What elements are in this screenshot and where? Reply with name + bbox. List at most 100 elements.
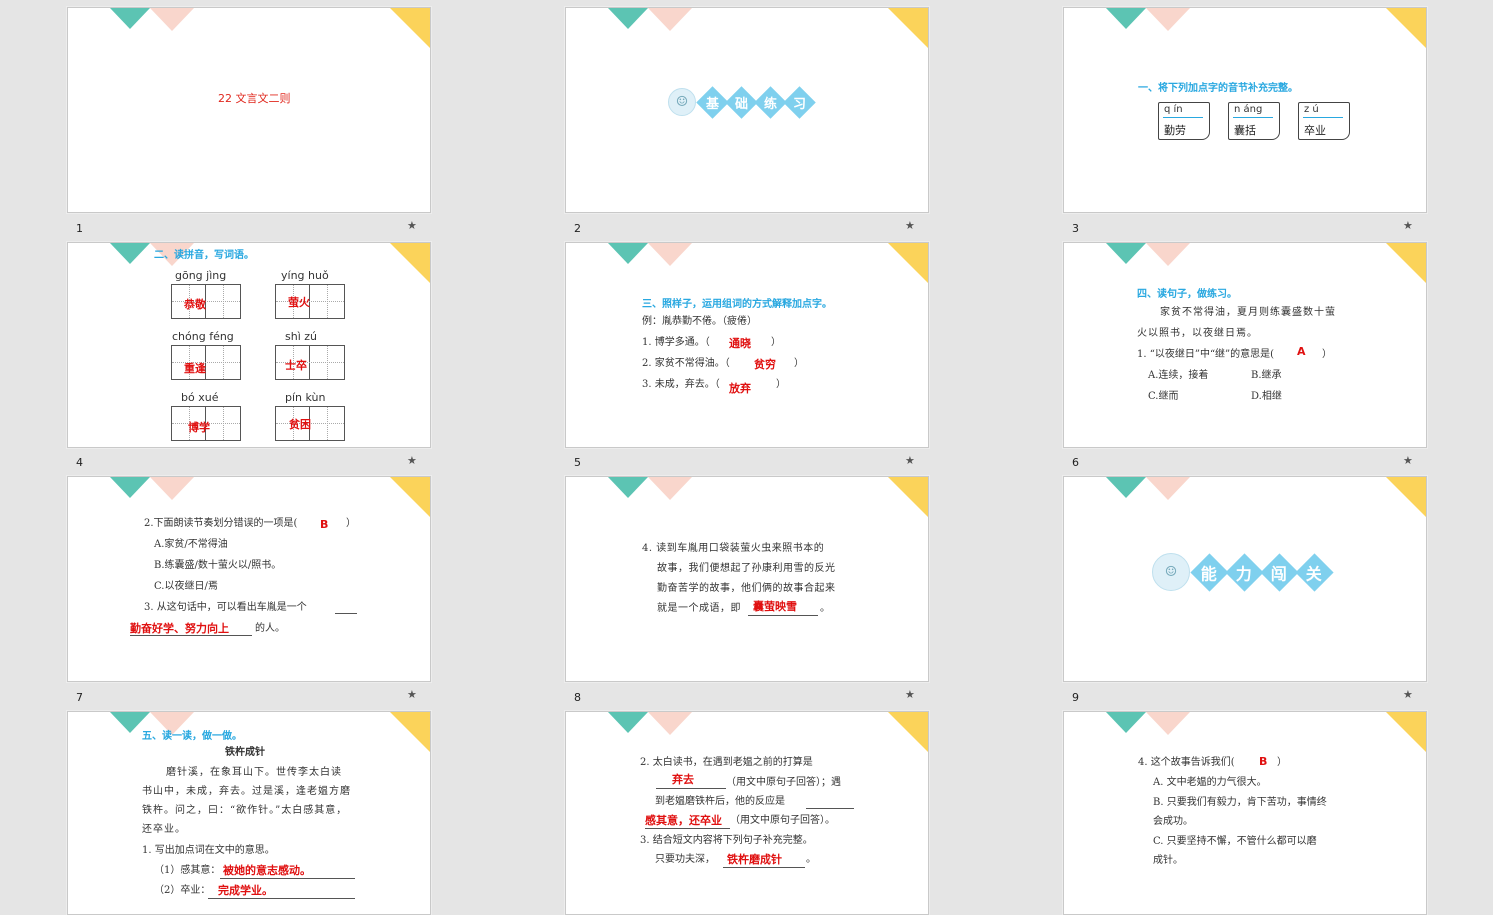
- answer-text: 弃去: [672, 773, 694, 786]
- writing-grid: [275, 284, 345, 319]
- answer-text: 萤火: [288, 296, 310, 309]
- slide-number: 6: [1072, 456, 1079, 469]
- slide-thumbnail-8[interactable]: 4. 读到车胤用口袋装萤火虫来照书本的 故事，我们便想起了孙康利用雪的反光 勤奋…: [565, 476, 929, 682]
- slide-thumbnail-4[interactable]: 二、读拼音，写词语。 gōng jìng 恭敬 yíng huǒ 萤火 chón…: [67, 242, 431, 448]
- slide-thumbnail-1[interactable]: 22 文言文二则: [67, 7, 431, 213]
- decor-triangle: [1386, 712, 1426, 752]
- decor-triangle: [110, 8, 150, 29]
- decor-triangle: [390, 243, 430, 283]
- star-icon[interactable]: ★: [905, 454, 915, 467]
- decor-triangle: [390, 8, 430, 48]
- answer-text: 贫困: [289, 418, 311, 431]
- slide-number: 8: [574, 691, 581, 704]
- answer-text: B: [1259, 755, 1268, 768]
- slide-thumbnail-2[interactable]: ☺ 基 础 练 习: [565, 7, 929, 213]
- decor-triangle: [1106, 477, 1146, 498]
- star-icon[interactable]: ★: [1403, 688, 1413, 701]
- answer-text: A: [1297, 345, 1306, 358]
- mascot-icon: ☺: [1152, 553, 1190, 591]
- slide-thumbnail-3[interactable]: 一、将下列加点字的音节补充完整。 q ín 勤劳 n áng 囊括 z ú 卒业: [1063, 7, 1427, 213]
- slide-number: 7: [76, 691, 83, 704]
- answer-text: 通晓: [729, 337, 751, 350]
- decor-triangle: [1146, 712, 1190, 735]
- decor-triangle: [110, 477, 150, 498]
- answer-text: 恭敬: [184, 298, 206, 311]
- slide-thumbnail-5[interactable]: 三、照样子，运用组词的方式解释加点字。 例：胤恭勤不倦。（疲倦） 1. 博学多通…: [565, 242, 929, 448]
- answer-text: 贫穷: [754, 358, 776, 371]
- pinyin-box: n áng 囊括: [1228, 102, 1280, 140]
- decor-triangle: [648, 8, 692, 31]
- decor-triangle: [888, 712, 928, 752]
- answer-text: 勤奋好学、努力向上: [130, 622, 229, 635]
- answer-text: 放弃: [729, 382, 751, 395]
- slide-thumbnail-12[interactable]: 4. 这个故事告诉我们( B ） A. 文中老媪的力气很大。 B. 只要我们有毅…: [1063, 711, 1427, 915]
- slide-number: 5: [574, 456, 581, 469]
- decor-triangle: [648, 243, 692, 266]
- decor-triangle: [150, 477, 194, 500]
- slide-number: 4: [76, 456, 83, 469]
- slide-thumbnail-10[interactable]: 五、读一读，做一做。 铁杵成针 磨针溪，在象耳山下。世传李太白读 书山中，未成，…: [67, 711, 431, 915]
- answer-text: 重逢: [184, 362, 206, 375]
- question-caption: 三、照样子，运用组词的方式解释加点字。: [642, 299, 832, 310]
- answer-text: 感其意，还卒业: [645, 814, 722, 827]
- story-title: 铁杵成针: [225, 747, 265, 758]
- slide-thumbnail-11[interactable]: 2. 太白读书，在遇到老媪之前的打算是 弃去 （用文中原句子回答）；遇 到老媪磨…: [565, 711, 929, 915]
- decor-triangle: [608, 477, 648, 498]
- decor-triangle: [1146, 8, 1190, 31]
- answer-text: B: [320, 518, 329, 531]
- decor-triangle: [888, 243, 928, 283]
- decor-triangle: [1386, 477, 1426, 517]
- decor-triangle: [1146, 477, 1190, 500]
- decor-triangle: [1106, 243, 1146, 264]
- star-icon[interactable]: ★: [905, 688, 915, 701]
- star-icon[interactable]: ★: [1403, 454, 1413, 467]
- star-icon[interactable]: ★: [407, 688, 417, 701]
- decor-triangle: [608, 243, 648, 264]
- decor-triangle: [648, 477, 692, 500]
- slide-number: 2: [574, 222, 581, 235]
- answer-text: 士卒: [285, 359, 307, 372]
- slide-thumbnail-7[interactable]: 2.下面朗读节奏划分错误的一项是( B ） A.家贫/不常得油 B.练囊盛/数十…: [67, 476, 431, 682]
- decor-triangle: [608, 712, 648, 733]
- decor-triangle: [1386, 8, 1426, 48]
- answer-text: 完成学业。: [218, 884, 273, 897]
- pinyin-box: q ín 勤劳: [1158, 102, 1210, 140]
- question-caption: 二、读拼音，写词语。: [154, 250, 254, 261]
- star-icon[interactable]: ★: [407, 219, 417, 232]
- section-banner: ☺ 基 础 练 习: [668, 85, 816, 119]
- slide-thumbnail-9[interactable]: ☺ 能 力 闯 关: [1063, 476, 1427, 682]
- answer-text: 博学: [188, 421, 210, 434]
- question-caption: 一、将下列加点字的音节补充完整。: [1138, 83, 1298, 94]
- question-caption: 四、读句子，做练习。: [1137, 289, 1237, 300]
- star-icon[interactable]: ★: [1403, 219, 1413, 232]
- decor-triangle: [1146, 243, 1190, 266]
- decor-triangle: [648, 712, 692, 735]
- star-icon[interactable]: ★: [905, 219, 915, 232]
- decor-triangle: [150, 8, 194, 31]
- slide-thumbnail-6[interactable]: 四、读句子，做练习。 家贫不常得油，夏月则练囊盛数十萤 火以照书，以夜继日焉。 …: [1063, 242, 1427, 448]
- slide-title: 22 文言文二则: [218, 92, 291, 105]
- section-banner: ☺ 能 力 闯 关: [1152, 552, 1334, 592]
- decor-triangle: [888, 477, 928, 517]
- decor-triangle: [608, 8, 648, 29]
- decor-triangle: [390, 712, 430, 752]
- slide-number: 3: [1072, 222, 1079, 235]
- pinyin-box: z ú 卒业: [1298, 102, 1350, 140]
- star-icon[interactable]: ★: [407, 454, 417, 467]
- writing-grid: [171, 284, 241, 319]
- decor-triangle: [110, 243, 150, 264]
- mascot-icon: ☺: [668, 88, 696, 116]
- answer-text: 被她的意志感动。: [223, 864, 311, 877]
- decor-triangle: [888, 8, 928, 48]
- answer-text: 铁杵磨成针: [727, 853, 782, 866]
- decor-triangle: [1106, 712, 1146, 733]
- writing-grid: [171, 345, 241, 380]
- slide-number: 9: [1072, 691, 1079, 704]
- decor-triangle: [390, 477, 430, 517]
- decor-triangle: [1106, 8, 1146, 29]
- answer-text: 囊萤映雪: [753, 600, 797, 613]
- example-text: 例：胤恭勤不倦。（疲倦）: [642, 316, 757, 327]
- decor-triangle: [1386, 243, 1426, 283]
- slide-number: 1: [76, 222, 83, 235]
- question-caption: 五、读一读，做一做。: [142, 731, 242, 742]
